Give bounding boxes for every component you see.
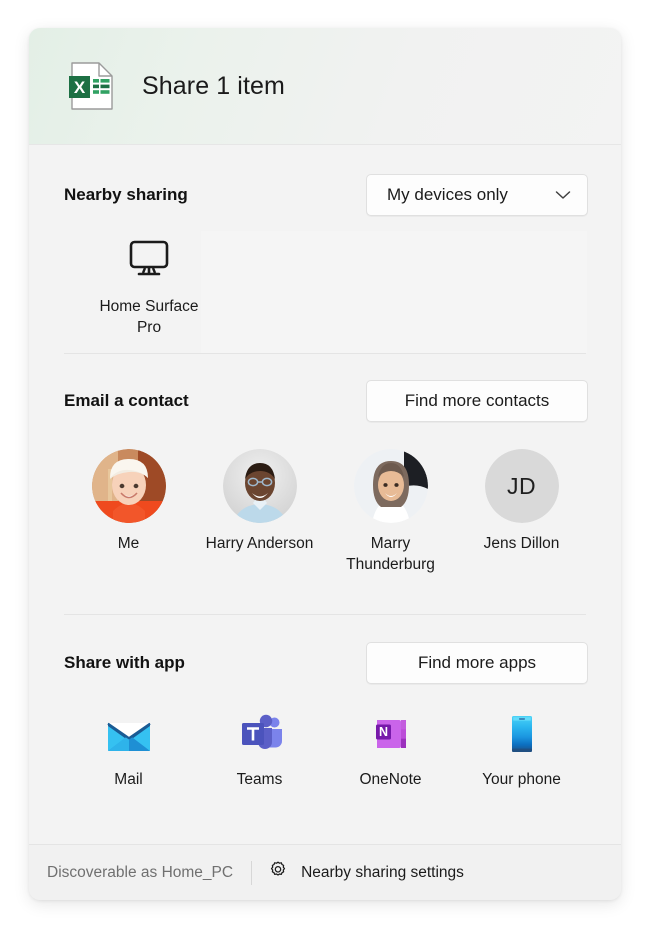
app-name: Your phone <box>482 771 561 789</box>
app-name: Teams <box>236 771 283 789</box>
app-name: OneNote <box>359 771 422 789</box>
nearby-device-label: Home Surface Pro <box>99 298 199 336</box>
email-contact-header: Email a contact Find more contacts <box>29 380 621 422</box>
monitor-icon <box>90 239 208 284</box>
dialog-body: Nearby sharing My devices only Home Surf… <box>29 145 621 844</box>
svg-text:N: N <box>378 725 387 739</box>
contact-item[interactable]: Me <box>63 449 194 575</box>
contact-name: Harry Anderson <box>205 535 314 552</box>
phone-icon <box>498 710 546 758</box>
share-with-app-title: Share with app <box>64 653 185 673</box>
dialog-footer: Discoverable as Home_PC Nearby sharing s… <box>29 844 621 900</box>
onenote-icon: N <box>367 710 415 758</box>
contact-item[interactable]: Harry Anderson <box>194 449 325 575</box>
contact-name: Marry Thunderburg <box>346 535 435 573</box>
find-more-apps-button[interactable]: Find more apps <box>366 642 588 685</box>
app-item[interactable]: Mail <box>63 710 194 789</box>
contact-item[interactable]: Marry Thunderburg <box>325 449 456 575</box>
contacts-list: Me Harry Anderson Marry Thunderburg JD J… <box>63 449 587 575</box>
nearby-sharing-settings-link[interactable]: Nearby sharing settings <box>268 860 464 885</box>
mail-icon <box>105 710 153 758</box>
footer-divider <box>251 860 253 885</box>
svg-text:X: X <box>74 78 86 97</box>
email-contact-section: Email a contact Find more contacts Me Ha… <box>29 354 621 616</box>
nearby-sharing-settings-label: Nearby sharing settings <box>301 863 464 881</box>
discoverable-status: Discoverable as Home_PC <box>47 863 234 881</box>
apps-list: Mail Teams N OneNote Your phone <box>63 710 587 789</box>
nearby-device-strip: Home Surface Pro <box>29 231 621 353</box>
avatar-initials: JD <box>484 449 559 523</box>
email-contact-title: Email a contact <box>64 391 189 410</box>
chevron-down-icon <box>555 185 571 205</box>
app-item[interactable]: N OneNote <box>325 710 456 789</box>
excel-file-icon: X <box>69 62 115 110</box>
nearby-sharing-scope-value: My devices only <box>387 185 508 204</box>
nearby-sharing-header: Nearby sharing My devices only <box>29 174 621 216</box>
dialog-title: Share 1 item <box>142 71 285 100</box>
share-with-app-header: Share with app Find more apps <box>29 642 621 685</box>
avatar <box>91 449 166 523</box>
app-name: Mail <box>114 771 143 789</box>
nearby-sharing-title: Nearby sharing <box>64 185 188 204</box>
share-with-app-section: Share with app Find more apps Mail Teams… <box>29 615 621 789</box>
gear-icon <box>268 860 288 885</box>
nearby-sharing-section: Nearby sharing My devices only Home Surf… <box>29 145 621 354</box>
teams-icon <box>236 710 284 758</box>
dialog-header: X Share 1 item <box>29 28 621 145</box>
contact-name: Jens Dillon <box>483 535 560 552</box>
avatar: JD <box>484 449 559 523</box>
contact-item[interactable]: JD Jens Dillon <box>456 449 587 575</box>
app-item[interactable]: Your phone <box>456 710 587 789</box>
app-item[interactable]: Teams <box>194 710 325 789</box>
find-more-contacts-button[interactable]: Find more contacts <box>366 380 588 422</box>
avatar <box>353 449 428 523</box>
nearby-sharing-scope-dropdown[interactable]: My devices only <box>366 174 588 216</box>
nearby-device-tile[interactable]: Home Surface Pro <box>90 231 208 338</box>
contact-name: Me <box>117 535 140 552</box>
share-dialog: X Share 1 item Nearby sharing My devices… <box>29 28 621 900</box>
nearby-device-empty-panel <box>201 231 587 353</box>
avatar <box>222 449 297 523</box>
